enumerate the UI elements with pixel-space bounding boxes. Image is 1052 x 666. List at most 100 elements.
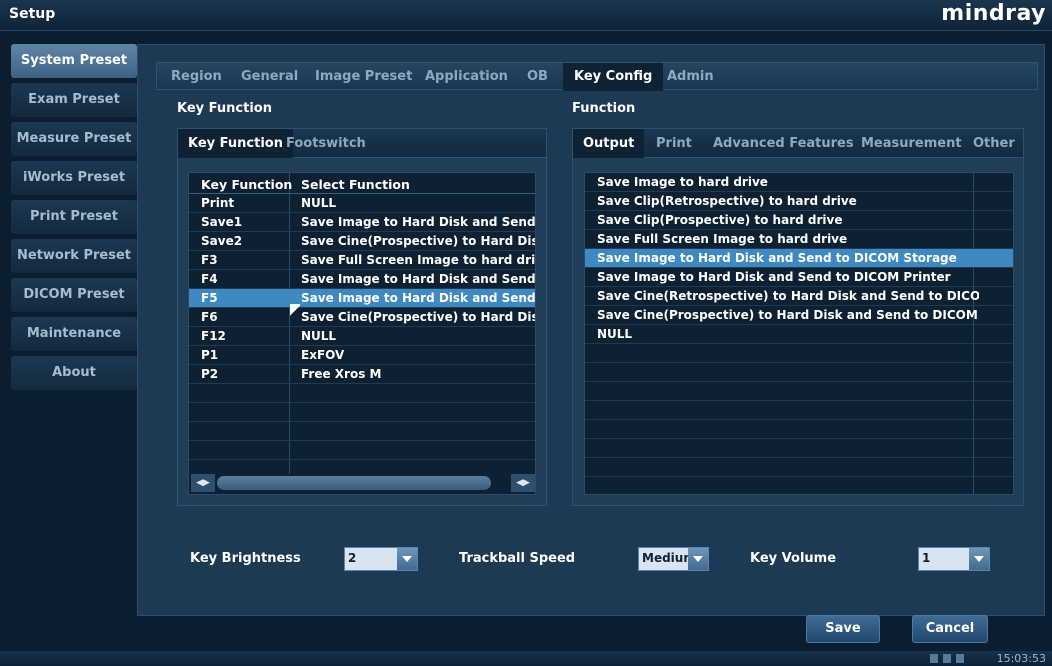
row-key: F4 [201,272,218,286]
function-list: Save Image to hard drive Save Clip(Retro… [584,172,1014,495]
tab-output[interactable]: Output [573,129,645,158]
chevron-down-icon[interactable] [969,548,989,570]
row-key: P1 [201,348,219,362]
list-item-selected[interactable]: Save Image to Hard Disk and Send to DICO… [585,249,1013,268]
tab-admin[interactable]: Admin [667,63,714,91]
nav-maintenance[interactable]: Maintenance [11,317,137,351]
list-item[interactable]: Save Cine(Prospective) to Hard Disk and … [585,306,1013,325]
tab-print[interactable]: Print [656,129,692,158]
tab-image-preset[interactable]: Image Preset [315,63,412,91]
scroll-arrows-icon[interactable]: ◀▶ [511,474,535,492]
empty-row [585,458,1013,477]
function-item-label: Save Cine(Retrospective) to Hard Disk an… [597,289,979,303]
function-tabs: Output Print Advanced Features Measureme… [573,129,1023,158]
list-item[interactable]: NULL [585,325,1013,344]
function-item-label: Save Clip(Retrospective) to hard drive [597,194,857,208]
tab-general[interactable]: General [241,63,298,91]
status-icons [930,654,968,663]
row-key: F5 [201,291,218,305]
table-row[interactable]: F4 Save Image to Hard Disk and Send to [189,270,535,289]
row-function: Save Cine(Prospective) to Hard Disk [301,310,535,324]
row-key: F6 [201,310,218,324]
trackball-speed-select[interactable]: Medium [638,547,709,571]
list-item[interactable]: Save Clip(Prospective) to hard drive [585,211,1013,230]
key-function-tabs: Key Function Footswitch [178,129,546,158]
table-row[interactable]: P2 Free Xros M [189,365,535,384]
column-header-select-function: Select Function [301,177,410,192]
table-row-selected[interactable]: F5 Save Image to Hard Disk and Send to [189,289,535,308]
row-function: Save Image to Hard Disk and Send to [301,291,535,305]
scroll-arrows-icon[interactable]: ◀▶ [191,474,215,492]
clock: 15:03:53 [996,652,1046,665]
title-bar: Setup mindray [0,0,1052,31]
tab-measurement[interactable]: Measurement [861,129,962,158]
nav-dicom-preset[interactable]: DICOM Preset [11,278,137,312]
empty-row [189,441,535,460]
nav-exam-preset[interactable]: Exam Preset [11,83,137,117]
brand-logo: mindray [941,1,1046,26]
function-item-label: Save Image to hard drive [597,175,768,189]
table-row[interactable]: F12 NULL [189,327,535,346]
list-item[interactable]: Save Clip(Retrospective) to hard drive [585,192,1013,211]
scroll-thumb[interactable] [217,476,491,490]
tab-key-function[interactable]: Key Function [178,129,293,158]
mouse-cursor-icon [290,304,300,318]
function-section-label: Function [572,101,636,116]
table-row[interactable]: Save1 Save Image to Hard Disk and Send t… [189,213,535,232]
key-brightness-select[interactable]: 2 [344,547,418,571]
table-row[interactable]: F3 Save Full Screen Image to hard drive [189,251,535,270]
tab-ob[interactable]: OB [527,63,548,91]
tab-application[interactable]: Application [425,63,508,91]
key-brightness-label: Key Brightness [190,551,301,566]
key-function-section-label: Key Function [177,101,272,116]
list-item[interactable]: Save Full Screen Image to hard drive [585,230,1013,249]
tab-region[interactable]: Region [171,63,222,91]
row-key: F12 [201,329,226,343]
row-key: Save2 [201,234,243,248]
trackball-speed-label: Trackball Speed [459,551,576,566]
tab-advanced-features[interactable]: Advanced Features [713,129,854,158]
key-volume-label: Key Volume [750,551,837,566]
chevron-down-icon[interactable] [397,548,417,570]
list-item[interactable]: Save Image to hard drive [585,173,1013,192]
row-key: Print [201,196,235,210]
list-item[interactable]: Save Image to Hard Disk and Send to DICO… [585,268,1013,287]
cancel-button[interactable]: Cancel [912,615,988,643]
row-function: Save Cine(Prospective) to Hard Disk [301,234,535,248]
table-header: Key Function Select Function [189,175,535,194]
key-function-panel: Key Function Footswitch Key Function Sel… [177,128,547,506]
row-key: P2 [201,367,219,381]
content-panel: Region General Image Preset Application … [137,44,1045,616]
function-panel: Output Print Advanced Features Measureme… [572,128,1024,506]
key-volume-select[interactable]: 1 [918,547,990,571]
nav-network-preset[interactable]: Network Preset [11,239,137,273]
key-brightness-value: 2 [348,551,357,565]
nav-system-preset[interactable]: System Preset [11,44,137,78]
horizontal-scrollbar[interactable]: ◀▶ ◀▶ [189,474,535,492]
table-row[interactable]: Print NULL [189,194,535,213]
save-button[interactable]: Save [806,615,880,643]
tab-footswitch[interactable]: Footswitch [286,129,366,158]
tab-key-config[interactable]: Key Config [563,63,664,91]
nav-iworks-preset[interactable]: iWorks Preset [11,161,137,195]
table-row[interactable]: F6 Save Cine(Prospective) to Hard Disk [189,308,535,327]
empty-row [585,363,1013,382]
empty-row [585,439,1013,458]
chevron-down-icon[interactable] [688,548,708,570]
row-function: NULL [301,196,337,210]
nav-about[interactable]: About [11,356,137,390]
list-item[interactable]: Save Cine(Retrospective) to Hard Disk an… [585,287,1013,306]
row-key: F3 [201,253,218,267]
nav-measure-preset[interactable]: Measure Preset [11,122,137,156]
function-item-label: Save Image to Hard Disk and Send to DICO… [597,251,957,265]
row-function: NULL [301,329,337,343]
table-row[interactable]: Save2 Save Cine(Prospective) to Hard Dis… [189,232,535,251]
table-row[interactable]: P1 ExFOV [189,346,535,365]
function-item-label: NULL [597,327,633,341]
tab-other[interactable]: Other [973,129,1015,158]
nav-print-preset[interactable]: Print Preset [11,200,137,234]
function-item-label: Save Cine(Prospective) to Hard Disk and … [597,308,979,322]
row-function: Free Xros M [301,367,382,381]
empty-row [585,401,1013,420]
empty-row [585,382,1013,401]
